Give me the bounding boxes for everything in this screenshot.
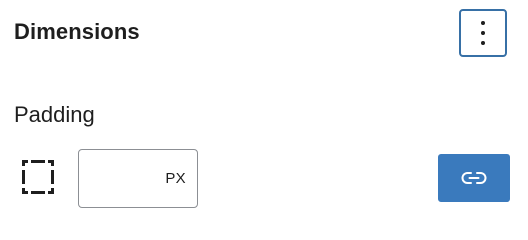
unit-label: PX: [165, 170, 186, 187]
dimensions-panel: Dimensions Padding PX: [0, 0, 528, 240]
more-vertical-icon-dot: [481, 41, 485, 45]
more-vertical-icon-dot: [481, 31, 485, 35]
panel-title: Dimensions: [14, 19, 140, 44]
more-vertical-icon: [481, 21, 485, 25]
link-sides-icon: [461, 172, 487, 184]
padding-label: Padding: [14, 102, 95, 127]
box-sides-icon: [22, 160, 54, 194]
link-sides-button[interactable]: [438, 154, 510, 202]
padding-input[interactable]: [79, 150, 166, 207]
options-menu-button[interactable]: [459, 9, 507, 57]
padding-input-wrapper: PX: [78, 149, 198, 208]
